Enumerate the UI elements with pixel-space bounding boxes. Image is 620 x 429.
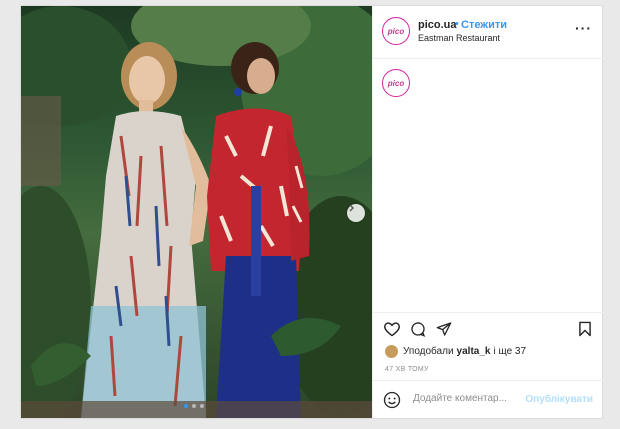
comment-icon[interactable] [409,321,427,337]
account-avatar[interactable]: pico [382,17,410,45]
photo-illustration [21,6,372,418]
chevron-right-icon [349,204,354,212]
emoji-icon[interactable] [383,391,401,409]
carousel-dot [192,404,196,408]
comment-input[interactable] [411,392,535,405]
action-bar [373,312,603,339]
liker-username[interactable]: yalta_k [457,346,491,357]
post-photo[interactable] [21,6,372,418]
likes-prefix: Уподобали [403,346,454,357]
liker-avatar [385,345,398,358]
account-username[interactable]: pico.ua [418,19,457,31]
post-location[interactable]: Eastman Restaurant [418,33,500,43]
more-options-icon[interactable]: ··· [575,20,592,36]
caption-avatar[interactable]: pico [382,69,410,97]
publish-button[interactable]: Опублікувати [525,394,593,405]
caption-avatar-text: pico [387,78,405,88]
instagram-post: pico pico.ua • Стежити Eastman Restauran… [20,5,603,419]
likes-suffix[interactable]: і ще 37 [493,346,526,357]
carousel-indicator [184,404,204,408]
heart-icon[interactable] [383,321,401,337]
comment-bar: Опублікувати [373,380,603,419]
header-separator: • [455,18,459,30]
carousel-dot-active [184,404,188,408]
post-sidebar: pico pico.ua • Стежити Eastman Restauran… [372,6,603,418]
carousel-dot [200,404,204,408]
bookmark-icon[interactable] [577,321,593,337]
follow-button[interactable]: Стежити [461,19,507,31]
avatar-logo-text: pico [387,26,405,36]
post-header: pico pico.ua • Стежити Eastman Restauran… [373,6,603,59]
next-slide-button[interactable] [347,204,365,222]
likes-summary[interactable]: Уподобали yalta_k і ще 37 [385,345,526,358]
post-timestamp[interactable]: 47 хв тому [385,366,429,373]
share-icon[interactable] [435,321,453,337]
